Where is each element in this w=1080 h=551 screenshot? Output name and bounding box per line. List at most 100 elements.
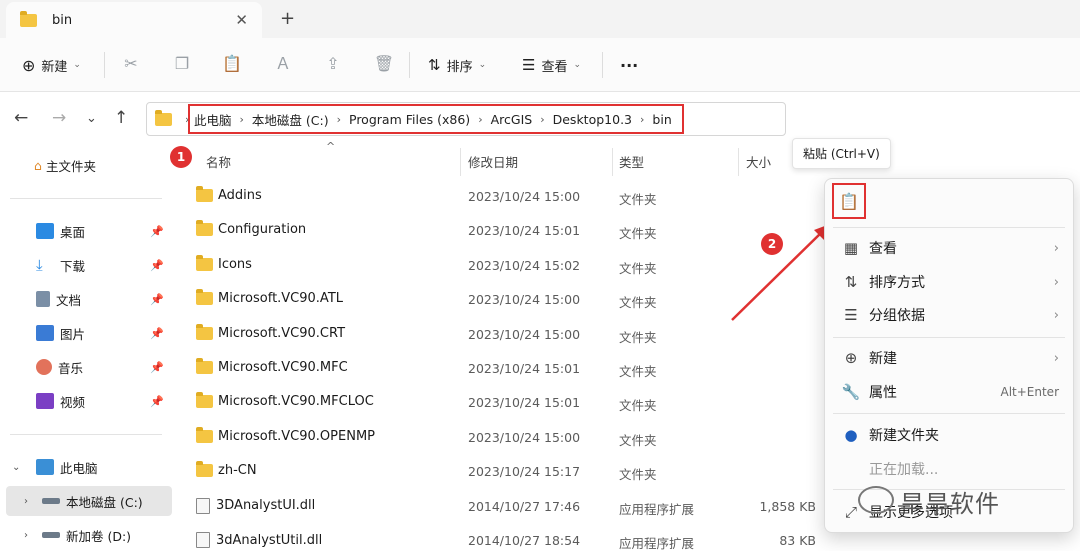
- menu-item-group[interactable]: ☰ 分组依据 ›: [825, 299, 1073, 331]
- file-row[interactable]: Microsoft.VC90.OPENMP 2023/10/24 15:00 文件夹: [188, 421, 828, 455]
- column-header-name[interactable]: 名称: [206, 146, 231, 176]
- file-name: Addins: [218, 188, 262, 203]
- sidebar-item-drive-d[interactable]: › 新加卷 (D:): [6, 520, 172, 550]
- sidebar-item-desktop[interactable]: 桌面 📌: [36, 216, 172, 246]
- copy-icon[interactable]: ❐: [171, 53, 193, 75]
- chevron-right-icon: ›: [1053, 240, 1059, 256]
- share-icon[interactable]: ⇪: [322, 53, 344, 75]
- sidebar-item-pictures[interactable]: 图片 📌: [36, 318, 172, 348]
- chevron-right-icon[interactable]: ›: [24, 496, 38, 507]
- new-tab-button[interactable]: +: [280, 8, 295, 29]
- file-row[interactable]: Microsoft.VC90.MFC 2023/10/24 15:01 文件夹: [188, 352, 828, 386]
- sidebar-item-music[interactable]: 音乐 📌: [36, 352, 172, 382]
- cut-icon[interactable]: ✂: [120, 53, 142, 75]
- recent-chevron-icon[interactable]: ⌄: [86, 111, 97, 126]
- sidebar-item-downloads[interactable]: ⤓ 下载 📌: [36, 250, 172, 280]
- file-name: Icons: [218, 256, 252, 272]
- plus-circle-icon: ⊕: [22, 55, 36, 75]
- file-name-cell: 3DAnalystUI.dll: [196, 497, 315, 514]
- pin-icon[interactable]: 📌: [150, 361, 164, 374]
- folder-icon: [196, 289, 213, 306]
- file-name: Microsoft.VC90.OPENMP: [218, 428, 376, 444]
- sort-icon: ⇅: [844, 273, 858, 291]
- file-type: 文件夹: [619, 467, 657, 483]
- folder-icon: [196, 220, 213, 237]
- file-type: 文件夹: [619, 398, 657, 414]
- close-icon[interactable]: ✕: [235, 11, 248, 29]
- breadcrumb-item[interactable]: 此电脑: [194, 110, 232, 129]
- file-row[interactable]: 3dAnalystUtil.dll 2014/10/27 18:54 应用程序扩展 8…: [188, 524, 828, 551]
- menu-item-new-folder[interactable]: ● 新建文件夹: [825, 419, 1073, 451]
- sidebar-item-drive-c[interactable]: › 本地磁盘 (C:): [6, 486, 172, 516]
- pin-icon[interactable]: 📌: [150, 327, 164, 340]
- menu-item-sort[interactable]: ⇅ 排序方式 ›: [825, 266, 1073, 298]
- column-header-type[interactable]: 类型: [619, 146, 644, 176]
- column-header-size[interactable]: 大小: [746, 146, 771, 176]
- sidebar-item-videos[interactable]: 视频 📌: [36, 386, 172, 416]
- file-name-cell: 3dAnalystUtil.dll: [196, 532, 322, 548]
- sidebar-item-documents[interactable]: 文档 📌: [36, 284, 172, 314]
- chevron-down-icon: ⌄: [573, 60, 582, 70]
- up-arrow-icon[interactable]: ↑: [114, 108, 128, 128]
- toolbar-divider: [602, 52, 603, 78]
- view-button[interactable]: ☰ 查看 ⌄: [522, 52, 581, 78]
- file-name-cell: Microsoft.VC90.MFCLOC: [196, 392, 374, 410]
- file-row[interactable]: Microsoft.VC90.MFCLOC 2023/10/24 15:01 文件夹: [188, 386, 828, 420]
- file-date: 2023/10/24 15:00: [468, 326, 581, 342]
- home-icon: ⌂: [34, 157, 42, 173]
- forward-arrow-icon[interactable]: →: [52, 108, 66, 128]
- context-menu: 📋 ▦ 查看 › ⇅ 排序方式 › ☰ 分组依据 › ⊕ 新建 › 🔧 属性 A…: [824, 178, 1074, 533]
- more-options-button[interactable]: ···: [620, 52, 638, 78]
- drive-icon: [42, 498, 60, 504]
- pin-icon[interactable]: 📌: [150, 259, 164, 272]
- breadcrumb-item[interactable]: Program Files (x86): [349, 112, 470, 127]
- sort-button[interactable]: ⇅ 排序 ⌄: [428, 52, 486, 78]
- breadcrumb-chevron-icon[interactable]: ›: [540, 113, 544, 126]
- folder-icon: [196, 358, 213, 374]
- tab-bin[interactable]: bin ✕: [6, 2, 262, 38]
- sidebar-item-this-pc[interactable]: ⌄ 此电脑: [12, 452, 184, 482]
- pin-icon[interactable]: 📌: [150, 293, 164, 306]
- file-row[interactable]: Addins 2023/10/24 15:00 文件夹: [188, 180, 828, 214]
- breadcrumb-chevron-icon[interactable]: ›: [337, 113, 341, 126]
- file-name: Microsoft.VC90.MFCLOC: [218, 394, 374, 410]
- toolbar-divider: [409, 52, 410, 78]
- breadcrumb-chevron-icon[interactable]: ›: [240, 113, 244, 126]
- breadcrumb-item[interactable]: Desktop10.3: [553, 112, 632, 127]
- wechat-logo-icon: [858, 486, 894, 514]
- column-divider[interactable]: [738, 148, 739, 176]
- breadcrumb-item[interactable]: 本地磁盘 (C:): [252, 110, 329, 129]
- menu-item-properties[interactable]: 🔧 属性 Alt+Enter: [825, 376, 1073, 408]
- folder-icon: [196, 186, 213, 202]
- breadcrumb-chevron-icon[interactable]: ›: [640, 113, 644, 126]
- folder-icon: [196, 323, 213, 340]
- picture-icon: [36, 325, 54, 341]
- menu-item-new[interactable]: ⊕ 新建 ›: [825, 342, 1073, 374]
- sidebar-divider: [10, 198, 162, 199]
- pin-icon[interactable]: 📌: [150, 395, 164, 408]
- pin-icon[interactable]: 📌: [150, 225, 164, 238]
- chevron-down-icon[interactable]: ⌄: [12, 462, 26, 473]
- back-arrow-icon[interactable]: ←: [14, 108, 28, 128]
- chevron-right-icon[interactable]: ›: [24, 530, 38, 541]
- menu-item-view[interactable]: ▦ 查看 ›: [825, 232, 1073, 264]
- file-row[interactable]: 3DAnalystUI.dll 2014/10/27 17:46 应用程序扩展 1,8…: [188, 490, 828, 524]
- file-date: 2014/10/27 18:54: [468, 533, 581, 548]
- rename-icon[interactable]: Ａ: [272, 53, 294, 75]
- column-header-date[interactable]: 修改日期: [468, 146, 518, 176]
- new-button[interactable]: ⊕ 新建 ⌄: [22, 52, 81, 78]
- delete-icon[interactable]: 🗑: [373, 53, 395, 75]
- sidebar-divider: [10, 434, 162, 435]
- computer-icon: [36, 459, 54, 475]
- navigation-row: ← → ⌄ ↑ › 此电脑 › 本地磁盘 (C:) › Program File…: [0, 92, 1080, 146]
- file-row[interactable]: zh-CN 2023/10/24 15:17 文件夹: [188, 455, 828, 489]
- file-name: Microsoft.VC90.ATL: [218, 291, 344, 307]
- column-divider[interactable]: [612, 148, 613, 176]
- breadcrumb-chevron-icon[interactable]: ›: [478, 113, 482, 126]
- paste-icon[interactable]: 📋: [221, 53, 243, 75]
- file-type: 文件夹: [619, 192, 657, 207]
- paste-button[interactable]: 📋: [832, 183, 866, 219]
- column-divider[interactable]: [460, 148, 461, 176]
- breadcrumb-item[interactable]: ArcGIS: [491, 112, 533, 127]
- breadcrumb-item[interactable]: bin: [652, 112, 671, 127]
